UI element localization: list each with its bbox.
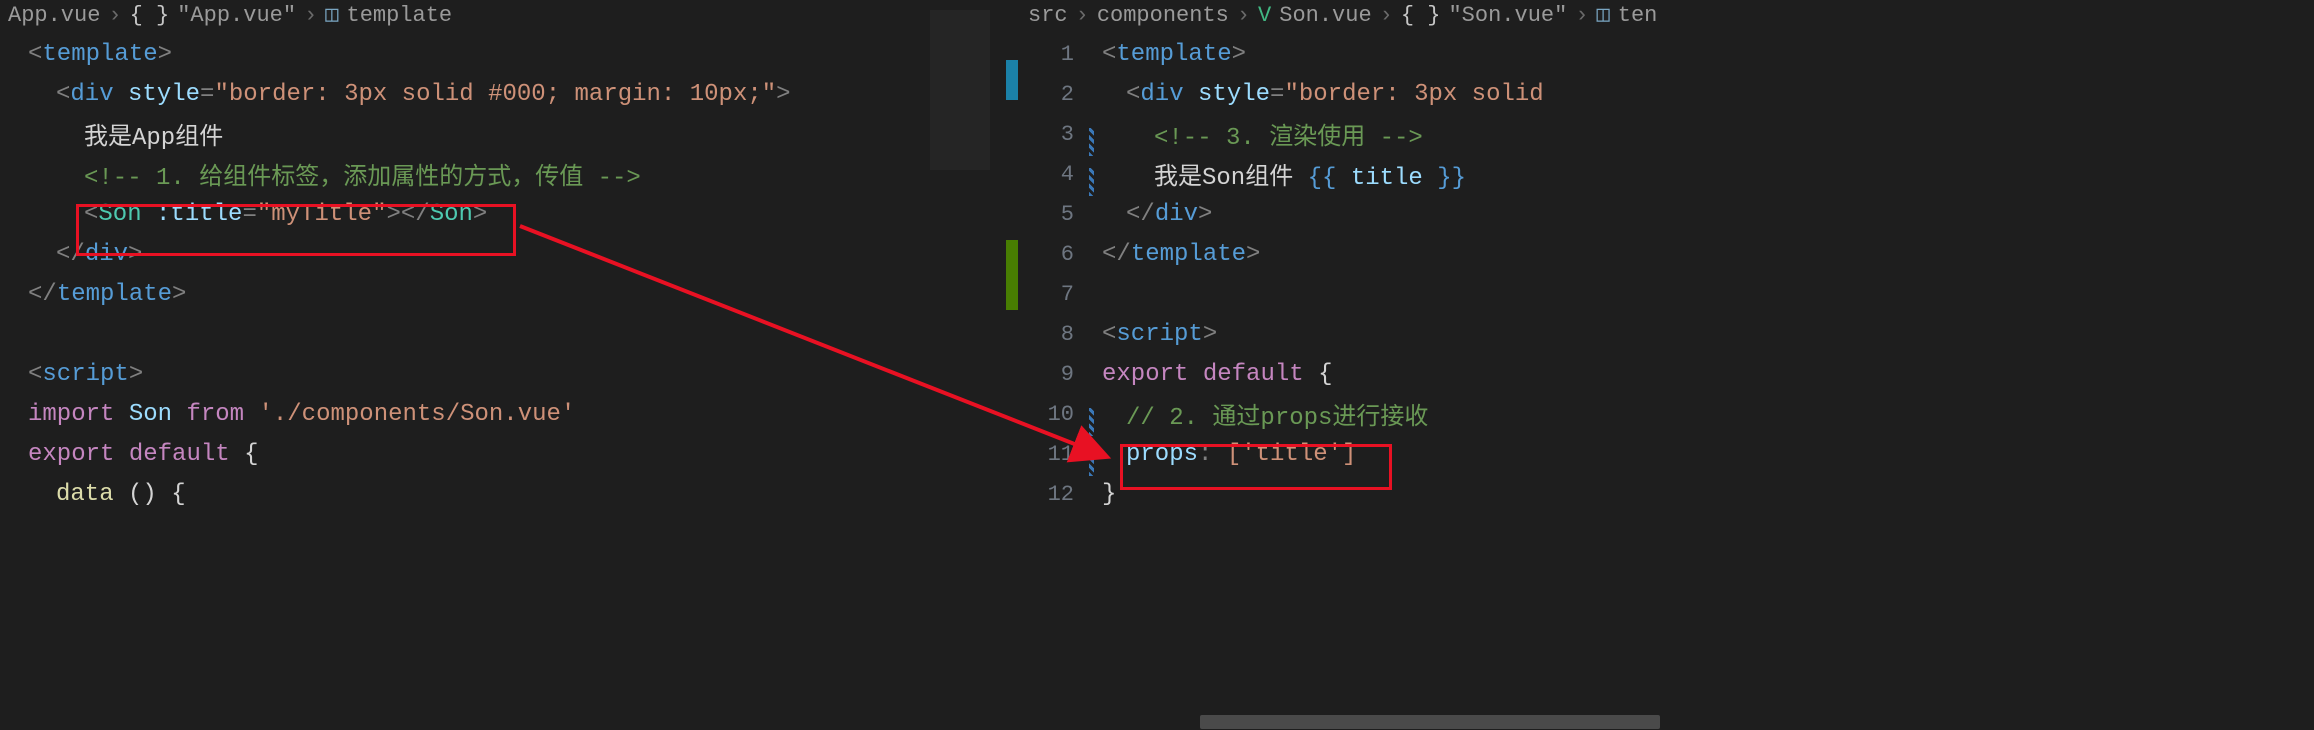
chevron-right-icon: › — [304, 3, 317, 28]
tag-template: template — [1116, 41, 1231, 68]
line-number: 4 — [1020, 162, 1098, 187]
line-number: 6 — [1020, 242, 1098, 267]
kw-import: import — [28, 401, 114, 428]
attr-value: "myTitle" — [257, 201, 387, 228]
line-number: 2 — [1020, 82, 1098, 107]
comment: // 2. 通过props进行接收 — [1126, 405, 1428, 432]
minimap-left[interactable] — [920, 0, 1020, 730]
tag-div-close: div — [85, 241, 128, 268]
line-number: 9 — [1020, 362, 1098, 387]
cube-icon: ◫ — [325, 2, 338, 28]
breadcrumb-tail[interactable]: ten — [1618, 3, 1658, 28]
kw-export: export — [28, 441, 114, 468]
chevron-right-icon: › — [1380, 3, 1393, 28]
horizontal-scrollbar[interactable] — [1020, 714, 2314, 730]
line-number: 11 — [1020, 442, 1098, 467]
overview-ruler-left[interactable] — [1004, 0, 1020, 730]
chevron-right-icon: › — [1237, 3, 1250, 28]
tag-script: script — [42, 361, 128, 388]
attr-style: style — [128, 81, 200, 108]
breadcrumb-node[interactable]: template — [347, 3, 453, 28]
breadcrumb-left[interactable]: App.vue › { } "App.vue" › ◫ template — [0, 0, 920, 34]
chevron-right-icon: › — [1076, 3, 1089, 28]
line-number: 3 — [1020, 122, 1098, 147]
breadcrumb-right[interactable]: src › components › V Son.vue › { } "Son.… — [1020, 0, 2314, 34]
line-number: 7 — [1020, 282, 1098, 307]
tag-div: div — [70, 81, 113, 108]
attr-value: "border: 3px solid — [1284, 81, 1543, 108]
editor-workspace: App.vue › { } "App.vue" › ◫ template <te… — [0, 0, 2314, 730]
tag-template-close: template — [1131, 241, 1246, 268]
breadcrumb-folder[interactable]: src — [1028, 3, 1068, 28]
right-editor-pane: src › components › V Son.vue › { } "Son.… — [1020, 0, 2314, 730]
breadcrumb-scope[interactable]: "Son.vue" — [1448, 3, 1567, 28]
tag-son: Son — [98, 201, 141, 228]
cube-icon: ◫ — [1597, 2, 1610, 28]
line-number: 8 — [1020, 322, 1098, 347]
chevron-right-icon: › — [108, 3, 121, 28]
breadcrumb-folder[interactable]: components — [1097, 3, 1229, 28]
braces-icon: { } — [130, 3, 170, 28]
line-number: 12 — [1020, 482, 1098, 507]
minimap-canvas — [930, 10, 990, 170]
kw-export: export — [1102, 361, 1188, 388]
text-content: 我是Son组件 — [1154, 165, 1308, 192]
tag-script: script — [1116, 321, 1202, 348]
breadcrumb-scope[interactable]: "App.vue" — [177, 3, 296, 28]
tag-div: div — [1140, 81, 1183, 108]
code-editor-left[interactable]: <template> <div style="border: 3px solid… — [0, 34, 920, 730]
code-editor-right[interactable]: 1<template> 2<div style="border: 3px sol… — [1020, 34, 2314, 730]
comment: <!-- 3. 渲染使用 --> — [1154, 125, 1423, 152]
vue-icon: V — [1258, 3, 1271, 28]
chevron-right-icon: › — [1575, 3, 1588, 28]
tag-div-close: div — [1155, 201, 1198, 228]
attr-value: "border: 3px solid #000; margin: 10px;" — [214, 81, 776, 108]
tag-template: template — [42, 41, 157, 68]
line-number: 10 — [1020, 402, 1098, 427]
attr-style: style — [1198, 81, 1270, 108]
method-data: data — [56, 481, 114, 508]
line-number: 5 — [1020, 202, 1098, 227]
comment: <!-- 1. 给组件标签，添加属性的方式，传值 --> — [84, 165, 641, 192]
breadcrumb-file[interactable]: Son.vue — [1279, 3, 1371, 28]
braces-icon: { } — [1401, 3, 1441, 28]
props-value: ['title'] — [1227, 441, 1357, 468]
breadcrumb-file[interactable]: App.vue — [8, 3, 100, 28]
line-number: 1 — [1020, 42, 1098, 67]
left-editor-pane: App.vue › { } "App.vue" › ◫ template <te… — [0, 0, 920, 730]
attr-title: :title — [156, 201, 242, 228]
text-content: 我是App组件 — [84, 125, 223, 152]
tag-template-close: template — [57, 281, 172, 308]
import-path: './components/Son.vue' — [258, 401, 575, 428]
key-props: props — [1126, 441, 1198, 468]
